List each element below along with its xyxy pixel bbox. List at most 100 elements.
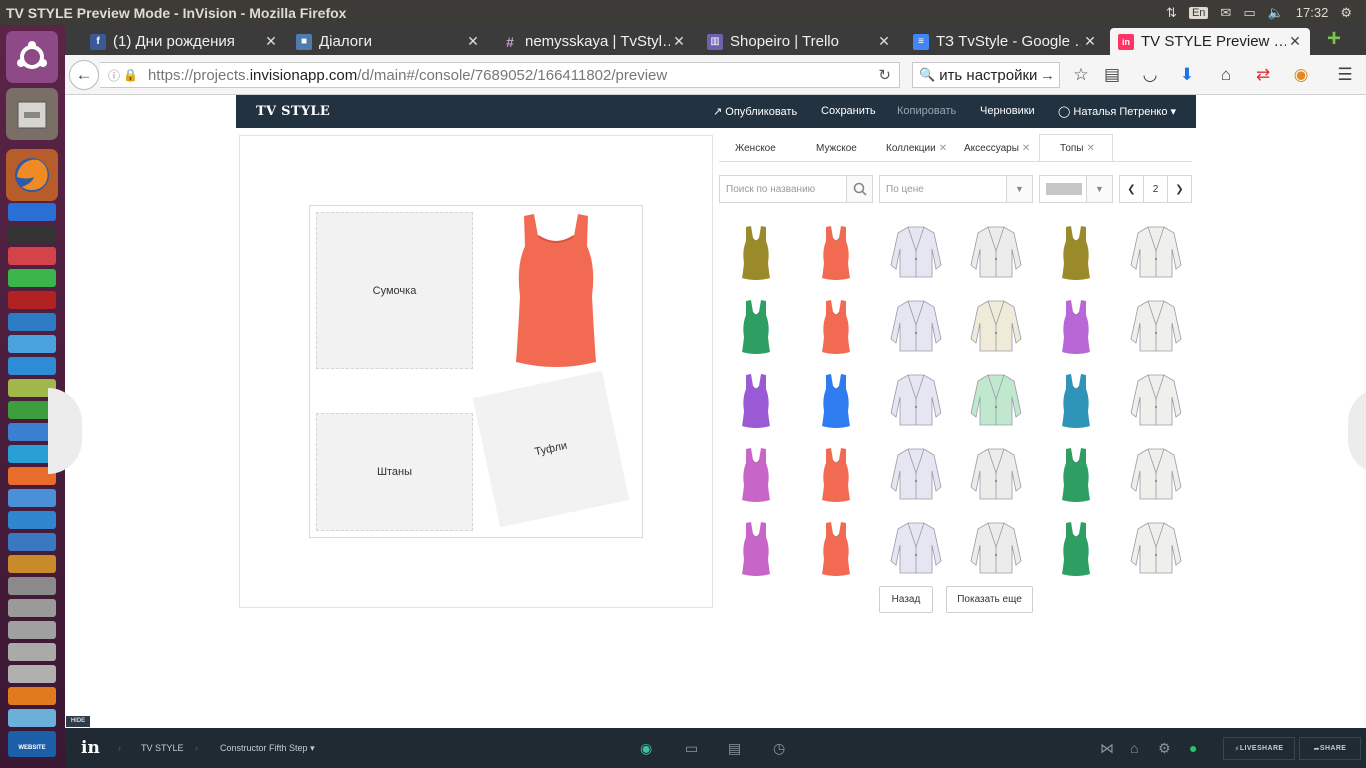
save-button[interactable]: Сохранить xyxy=(821,105,876,117)
terminal-icon[interactable] xyxy=(8,225,56,243)
settings-gear-icon[interactable]: ⚙ xyxy=(1158,740,1171,757)
product-blazer[interactable] xyxy=(1126,443,1186,503)
search-icon[interactable] xyxy=(846,176,872,202)
next-page-button[interactable]: ❯ xyxy=(1167,175,1192,203)
app-icon[interactable] xyxy=(8,599,56,617)
bag-slot[interactable]: Сумочка xyxy=(316,212,473,369)
app-icon[interactable] xyxy=(8,357,56,375)
close-icon[interactable]: ✕ xyxy=(939,143,947,154)
keyboard-layout[interactable]: En xyxy=(1188,6,1209,19)
browser-tab[interactable]: f (1) Дни рождения ✕ xyxy=(82,28,286,55)
app-icon[interactable] xyxy=(8,269,56,287)
product-blazer[interactable] xyxy=(966,221,1026,281)
product-tank-top[interactable] xyxy=(726,221,786,281)
webstorm-icon[interactable] xyxy=(8,203,56,221)
preview-eye-icon[interactable]: ◉ xyxy=(640,740,652,757)
close-icon[interactable]: ✕ xyxy=(1081,33,1099,50)
product-tank-top[interactable] xyxy=(726,517,786,577)
product-blazer[interactable] xyxy=(1126,221,1186,281)
comment-mode-icon[interactable]: ▭ xyxy=(685,740,698,757)
home-icon[interactable]: ⌂ xyxy=(1213,62,1239,88)
menu-hamburger-icon[interactable]: ☰ xyxy=(1332,62,1358,88)
product-blazer[interactable] xyxy=(886,443,946,503)
ubuntu-dash-icon[interactable] xyxy=(6,31,58,83)
product-blazer[interactable] xyxy=(966,295,1026,355)
app-icon[interactable] xyxy=(8,489,56,507)
hide-toolbar-button[interactable]: HIDE xyxy=(66,716,90,727)
product-blazer[interactable] xyxy=(886,517,946,577)
product-blazer[interactable] xyxy=(1126,517,1186,577)
close-icon[interactable]: ✕ xyxy=(1022,143,1030,154)
firefox-icon[interactable] xyxy=(6,149,58,201)
prev-page-button[interactable]: ❮ xyxy=(1119,175,1144,203)
tab-collections[interactable]: Коллекции ✕ xyxy=(886,143,947,154)
filezilla-icon[interactable] xyxy=(8,291,56,309)
browser-tab[interactable]: ≡ ТЗ TvStyle - Google … ✕ xyxy=(905,28,1105,55)
tab-men[interactable]: Мужское xyxy=(816,143,857,154)
browser-tab-active[interactable]: in TV STYLE Preview … ✕ xyxy=(1110,28,1310,55)
clock[interactable]: 17:32 xyxy=(1296,5,1329,20)
app-icon[interactable] xyxy=(8,533,56,551)
user-menu[interactable]: ◯ Наталья Петренко ▾ xyxy=(1058,105,1176,118)
close-icon[interactable]: ✕ xyxy=(875,33,893,50)
app-logo[interactable]: TV STYLE xyxy=(256,104,330,119)
volume-icon[interactable]: 🔈 xyxy=(1268,5,1284,21)
search-name-input[interactable]: Поиск по названию xyxy=(719,175,873,203)
new-tab-button[interactable]: + xyxy=(1322,27,1346,52)
product-tank-top[interactable] xyxy=(1046,369,1106,429)
publish-button[interactable]: ↗ Опубликовать xyxy=(713,105,797,118)
app-icon[interactable] xyxy=(8,577,56,595)
app-icon[interactable] xyxy=(8,511,56,529)
color-select[interactable]: ▼ xyxy=(1039,175,1113,203)
prev-screen-arrow[interactable] xyxy=(48,388,82,474)
product-tank-top[interactable] xyxy=(726,295,786,355)
product-tank-top[interactable] xyxy=(806,295,866,355)
close-icon[interactable]: ✕ xyxy=(464,33,482,50)
app-icon[interactable] xyxy=(8,621,56,639)
app-icon[interactable] xyxy=(8,247,56,265)
product-tank-top[interactable] xyxy=(726,369,786,429)
product-blazer[interactable] xyxy=(886,295,946,355)
tab-tops[interactable]: Топы ✕ xyxy=(1060,143,1095,154)
go-arrow-icon[interactable]: → xyxy=(1040,67,1055,84)
product-blazer[interactable] xyxy=(1126,369,1186,429)
drafts-button[interactable]: Черновики xyxy=(980,105,1035,117)
product-tank-top[interactable] xyxy=(1046,221,1106,281)
project-name[interactable]: TV STYLE xyxy=(141,743,184,753)
tab-women[interactable]: Женское xyxy=(735,143,776,154)
close-icon[interactable]: ✕ xyxy=(670,33,688,50)
product-tank-top[interactable] xyxy=(806,517,866,577)
libreoffice-icon[interactable] xyxy=(8,313,56,331)
placed-top-item[interactable] xyxy=(496,206,616,376)
product-blazer[interactable] xyxy=(886,221,946,281)
pants-slot[interactable]: Штаны xyxy=(316,413,473,531)
search-field[interactable]: 🔍 ить настройки → xyxy=(912,62,1060,88)
invision-logo[interactable]: in xyxy=(81,738,100,758)
product-blazer[interactable] xyxy=(966,517,1026,577)
screen-name[interactable]: Constructor Fifth Step ▾ xyxy=(220,743,315,754)
back-button[interactable]: Назад xyxy=(879,586,933,613)
share-network-icon[interactable]: ⋈ xyxy=(1100,740,1114,757)
close-icon[interactable]: ✕ xyxy=(1286,33,1304,50)
back-button[interactable]: ← xyxy=(69,60,99,90)
app-icon[interactable] xyxy=(8,643,56,661)
battery-icon[interactable]: ▭ xyxy=(1243,5,1255,21)
shoes-slot[interactable]: Туфли xyxy=(472,370,630,528)
product-tank-top[interactable] xyxy=(1046,517,1106,577)
download-icon[interactable]: ⬇ xyxy=(1174,62,1200,88)
url-bar[interactable]: ⓘ 🔒 https://projects. invisionapp.com /d… xyxy=(100,62,900,88)
history-clock-icon[interactable]: ◷ xyxy=(773,740,785,757)
product-tank-top[interactable] xyxy=(1046,443,1106,503)
sync-arrows-icon[interactable]: ⇄ xyxy=(1250,62,1276,88)
app-icon[interactable] xyxy=(8,709,56,727)
extension-icon[interactable]: ◉ xyxy=(1288,62,1314,88)
show-more-button[interactable]: Показать еще xyxy=(946,586,1033,613)
settings-gear-icon[interactable]: ⚙ xyxy=(1340,5,1352,21)
info-icon[interactable]: ⓘ xyxy=(108,67,120,84)
reading-list-icon[interactable]: ▤ xyxy=(1099,62,1125,88)
product-tank-top[interactable] xyxy=(806,369,866,429)
next-screen-arrow[interactable] xyxy=(1348,388,1366,474)
product-tank-top[interactable] xyxy=(1046,295,1106,355)
product-blazer[interactable] xyxy=(966,369,1026,429)
browser-tab[interactable]: ■ Діалоги ✕ xyxy=(288,28,488,55)
